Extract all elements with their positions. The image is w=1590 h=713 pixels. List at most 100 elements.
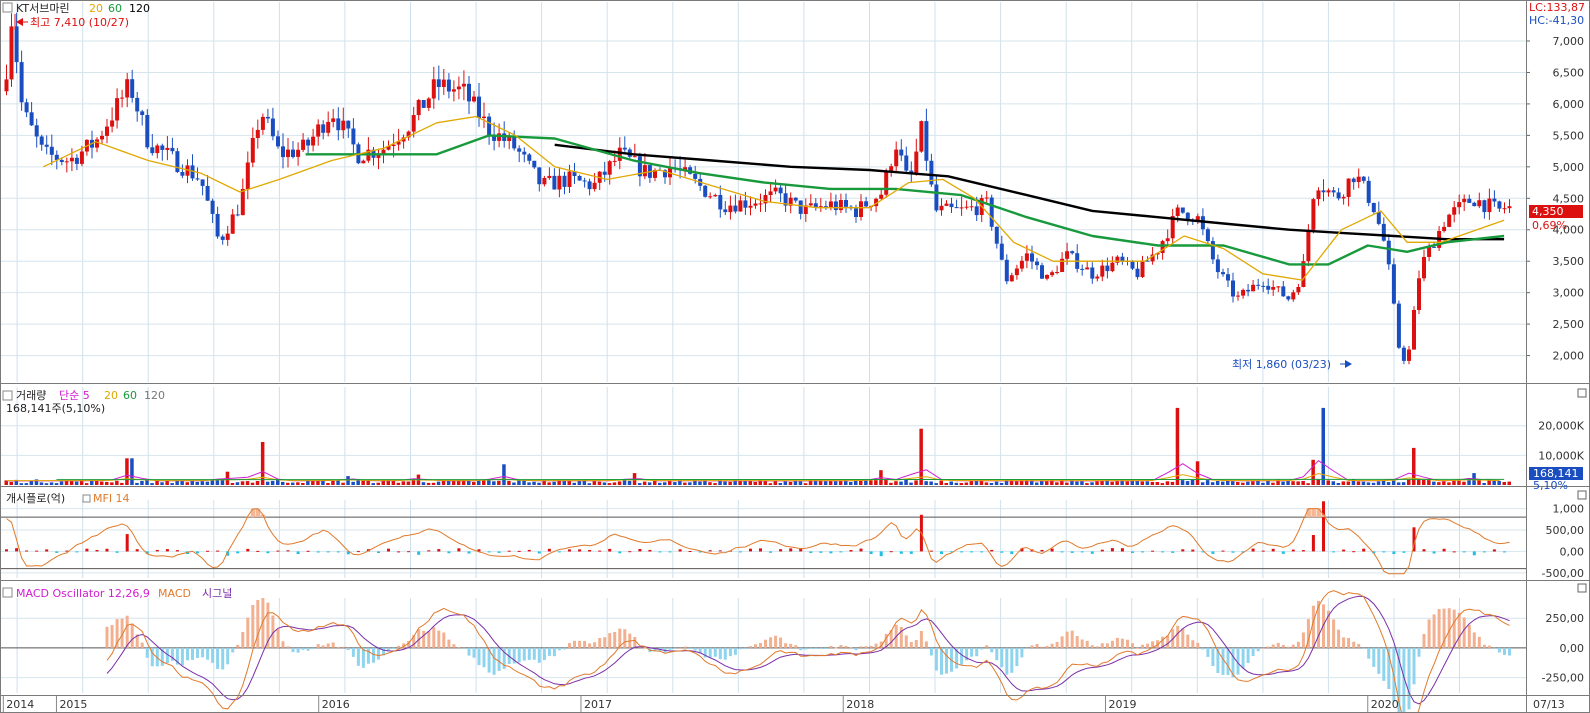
candle-body [859,201,863,217]
mfi-overbought-fill [1306,508,1311,518]
candle-body [1090,267,1095,279]
macd-oscillator-bar [960,647,964,665]
candle-body [703,185,708,197]
volume-bar [864,480,868,485]
volume-bar [411,480,416,485]
candle-body [1004,259,1009,282]
candle-body [1085,267,1090,270]
volume-bar [39,482,44,485]
macd-oscillator-bar [537,647,541,663]
volume-title: 거래량 [16,389,46,402]
volume-panel-toggle-icon[interactable] [2,390,13,401]
candle-body [1035,261,1039,266]
volume-bar [1311,459,1315,485]
candle-body [416,100,421,115]
volume-bar [869,480,873,485]
candle-body [482,116,486,118]
candle-body [260,116,265,130]
macd-oscillator-bar [583,641,587,648]
volume-bar [658,482,662,485]
macd-oscillator-bar [1457,612,1461,648]
macd-panel-toggle-icon[interactable] [2,587,13,598]
volume-bar [150,483,154,485]
flow-bar [1131,551,1134,553]
volume-ma-label: 단순 5 [59,389,90,402]
flow-bar [407,551,411,553]
candle-body [461,83,466,87]
macd-oscillator-bar [542,647,546,661]
flow-bar [849,550,853,552]
candle-body [351,128,356,145]
flow-tick-label: 500,00 [1546,524,1585,537]
macd-oscillator-bar [110,625,114,648]
flow-bar [1261,550,1265,552]
flow-bar [1472,551,1476,556]
volume-bar [1095,481,1099,485]
candle-body [1045,275,1049,279]
volume-bar [1437,482,1441,485]
flow-bar [789,548,793,552]
candle-body [195,178,200,180]
macd-panel-close-icon[interactable] [1577,583,1587,593]
candle-body [527,154,532,161]
candle-body [59,160,64,162]
macd-oscillator-bar [1261,647,1265,649]
volume-bar [326,483,330,485]
candle-body [1271,287,1276,290]
volume-bar [1135,480,1139,485]
flow-bar [1322,501,1325,552]
macd-oscillator-bar [236,644,240,648]
macd-oscillator-bar [1296,641,1300,648]
macd-oscillator-bar [1131,643,1134,648]
mfi-toggle-icon[interactable] [82,494,91,503]
volume-bar [1442,481,1446,485]
macd-oscillator-bar [568,643,571,648]
candle-body [1497,201,1502,209]
candle-body [1050,272,1055,276]
macd-oscillator-bar [336,646,340,648]
candle-body [1452,207,1457,215]
macd-oscillator-bar [246,617,250,648]
ticker-name: KT서브마린 [16,2,70,15]
volume-bar [1175,407,1180,485]
volume-bar [527,482,531,485]
candle-body [170,147,175,152]
candle-body [1361,176,1366,181]
macd-oscillator-bar [527,647,531,660]
volume-bar [391,480,396,485]
mfi-overbought-fill [255,508,261,518]
macd-oscillator-bar [105,626,109,648]
volume-bar [396,482,401,485]
flow-panel-close-icon[interactable] [1577,490,1587,500]
macd-oscillator-bar [296,647,300,653]
candle-body [532,160,537,168]
macd-oscillator-bar [1417,647,1421,657]
candle-body [1095,276,1100,279]
candle-body [306,139,311,146]
macd-oscillator-bar [216,647,220,669]
volume-bar [1241,482,1245,485]
volume-panel-close-icon[interactable] [1577,388,1587,398]
macd-oscillator-bar [467,647,471,656]
flow-bar [839,551,843,553]
candle-body [64,161,69,163]
flow-bar [799,548,803,552]
mfi-label: MFI 14 [93,492,130,505]
volume-bar [1115,481,1119,485]
volume-bar [341,482,345,485]
volume-bar [1417,479,1421,485]
macd-oscillator-bar [774,635,778,648]
candle-body [240,189,245,216]
macd-oscillator-bar [351,647,355,657]
candle-body [567,171,572,187]
macd-oscillator-bar [593,642,597,648]
candle-body [120,97,125,99]
price-panel-toggle-icon[interactable] [2,2,13,13]
flow-bar [859,548,863,552]
price-tick-label: 6,000 [1553,98,1585,111]
candle-body [4,79,9,92]
volume-bar [849,482,853,485]
macd-oscillator-bar [769,637,773,648]
flow-bar [15,548,19,552]
candle-body [286,149,290,158]
